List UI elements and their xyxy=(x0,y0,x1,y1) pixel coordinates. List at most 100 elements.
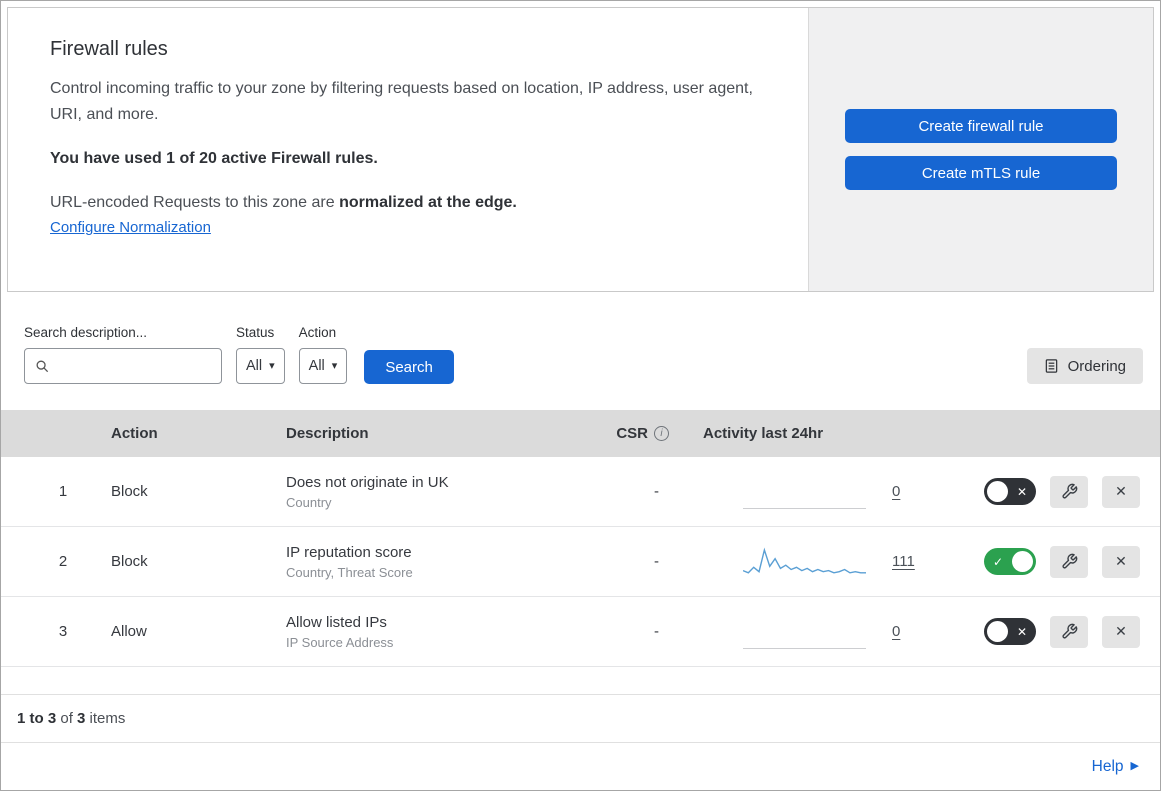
action-label: Action xyxy=(298,325,337,340)
help-link[interactable]: Help ▶ xyxy=(1092,758,1139,776)
wrench-icon xyxy=(1061,553,1077,569)
rule-fields: Country, Threat Score xyxy=(286,564,413,580)
rule-enabled-toggle[interactable]: ✓ ✕ xyxy=(984,478,1036,505)
header-action: Action xyxy=(111,425,158,442)
items-count-footer: 1 to 3 of 3 items xyxy=(1,695,1160,743)
rule-action: Allow xyxy=(111,623,147,640)
close-icon: ✕ xyxy=(1016,624,1027,639)
intro-card: Firewall rules Control incoming traffic … xyxy=(7,7,1154,292)
row-number: 2 xyxy=(58,553,68,570)
page-title: Firewall rules xyxy=(50,38,168,60)
info-icon[interactable]: i xyxy=(654,426,669,441)
delete-rule-button[interactable]: ✕ xyxy=(1102,475,1140,508)
status-dropdown[interactable]: All ▾ xyxy=(236,348,285,384)
rule-enabled-toggle[interactable]: ✓ ✕ xyxy=(984,618,1036,645)
close-icon: ✕ xyxy=(1115,553,1127,569)
rule-description-cell: Does not originate in UK Country xyxy=(276,474,596,510)
toggle-knob xyxy=(987,621,1008,642)
action-field: Action All ▾ xyxy=(298,325,348,384)
rule-enabled-toggle[interactable]: ✓ ✕ xyxy=(984,548,1036,575)
wrench-icon xyxy=(1061,623,1077,639)
header-csr-label: CSR xyxy=(616,425,648,442)
usage-note: You have used 1 of 20 active Firewall ru… xyxy=(50,150,378,168)
chevron-down-icon: ▾ xyxy=(331,359,338,372)
chevron-down-icon: ▾ xyxy=(269,359,275,372)
search-box[interactable] xyxy=(24,348,222,384)
help-arrow-icon: ▶ xyxy=(1130,760,1139,772)
ordering-button-label: Ordering xyxy=(1067,357,1126,375)
help-bar: Help ▶ xyxy=(1,743,1160,790)
items-word: items xyxy=(85,710,126,727)
create-firewall-rule-button[interactable]: Create firewall rule xyxy=(845,109,1117,143)
activity-count-link[interactable]: 0 xyxy=(892,623,900,640)
close-icon: ✕ xyxy=(1016,484,1027,499)
search-field: Search description... xyxy=(24,325,222,384)
activity-cell: 111 xyxy=(691,545,941,579)
table-row: 3 Allow Allow listed IPs IP Source Addre… xyxy=(1,597,1160,667)
toggle-knob xyxy=(1012,551,1033,572)
activity-cell: 0 xyxy=(691,475,941,509)
row-number: 3 xyxy=(58,623,68,640)
header-csr: CSR i xyxy=(616,425,691,442)
header-activity: Activity last 24hr xyxy=(703,425,824,442)
csr-value: - xyxy=(654,553,659,570)
delete-rule-button[interactable]: ✕ xyxy=(1102,615,1140,648)
row-controls: ✓ ✕ ✕ xyxy=(941,475,1160,508)
activity-count-link[interactable]: 0 xyxy=(892,483,900,500)
rule-action: Block xyxy=(111,483,148,500)
configure-normalization-link[interactable]: Configure Normalization xyxy=(50,219,211,236)
rule-description-cell: Allow listed IPs IP Source Address xyxy=(276,614,596,650)
check-icon: ✓ xyxy=(993,554,1004,569)
search-label: Search description... xyxy=(24,325,148,340)
csr-value: - xyxy=(654,483,659,500)
rule-description: Allow listed IPs xyxy=(286,613,387,631)
normalization-text: URL-encoded Requests to this zone are xyxy=(50,194,340,212)
close-icon: ✕ xyxy=(1115,623,1127,639)
delete-rule-button[interactable]: ✕ xyxy=(1102,545,1140,578)
status-field: Status All ▾ xyxy=(236,325,285,384)
row-controls: ✓ ✕ ✕ xyxy=(941,545,1160,578)
normalization-bold-text: normalized at the edge. xyxy=(339,194,517,212)
search-input[interactable] xyxy=(56,358,211,374)
ordering-button[interactable]: Ordering xyxy=(1026,348,1143,384)
items-range: 1 to 3 xyxy=(17,710,57,727)
intro-actions-panel: Create firewall rule Create mTLS rule xyxy=(808,8,1153,291)
edit-rule-button[interactable] xyxy=(1050,475,1088,508)
rule-fields: Country xyxy=(286,494,332,510)
edit-rule-button[interactable] xyxy=(1050,615,1088,648)
activity-sparkline xyxy=(743,615,866,649)
create-mtls-rule-button[interactable]: Create mTLS rule xyxy=(845,156,1117,190)
search-button[interactable]: Search xyxy=(364,350,454,384)
table-row: 2 Block IP reputation score Country, Thr… xyxy=(1,527,1160,597)
activity-count-link[interactable]: 111 xyxy=(892,553,915,570)
csr-value: - xyxy=(654,623,659,640)
close-icon: ✕ xyxy=(1115,483,1127,499)
action-dropdown[interactable]: All ▾ xyxy=(298,348,348,384)
rule-description: Does not originate in UK xyxy=(286,473,449,491)
toggle-knob xyxy=(987,481,1008,502)
ordering-list-icon xyxy=(1045,359,1057,373)
rule-fields: IP Source Address xyxy=(286,634,394,650)
table-header: Action Description CSR i Activity last 2… xyxy=(1,410,1160,457)
page-description: Control incoming traffic to your zone by… xyxy=(50,80,753,123)
rule-action: Block xyxy=(111,553,148,570)
table-end-gap xyxy=(1,667,1160,695)
header-description: Description xyxy=(286,425,369,442)
status-label: Status xyxy=(236,325,275,340)
firewall-rules-page: Firewall rules Control incoming traffic … xyxy=(0,0,1161,791)
help-link-label: Help xyxy=(1091,757,1124,775)
normalization-note: URL-encoded Requests to this zone are no… xyxy=(50,194,772,212)
activity-cell: 0 xyxy=(691,615,941,649)
table-row: 1 Block Does not originate in UK Country… xyxy=(1,457,1160,527)
filter-bar: Search description... Status All ▾ Actio… xyxy=(1,292,1160,410)
rule-description-cell: IP reputation score Country, Threat Scor… xyxy=(276,544,596,580)
edit-rule-button[interactable] xyxy=(1050,545,1088,578)
status-dropdown-value: All xyxy=(246,358,263,374)
items-of-word: of xyxy=(56,710,78,727)
wrench-icon xyxy=(1061,483,1077,499)
rule-description: IP reputation score xyxy=(286,543,412,561)
action-dropdown-value: All xyxy=(308,358,325,374)
row-controls: ✓ ✕ ✕ xyxy=(941,615,1160,648)
intro-content: Firewall rules Control incoming traffic … xyxy=(8,8,808,291)
activity-sparkline xyxy=(743,475,866,509)
